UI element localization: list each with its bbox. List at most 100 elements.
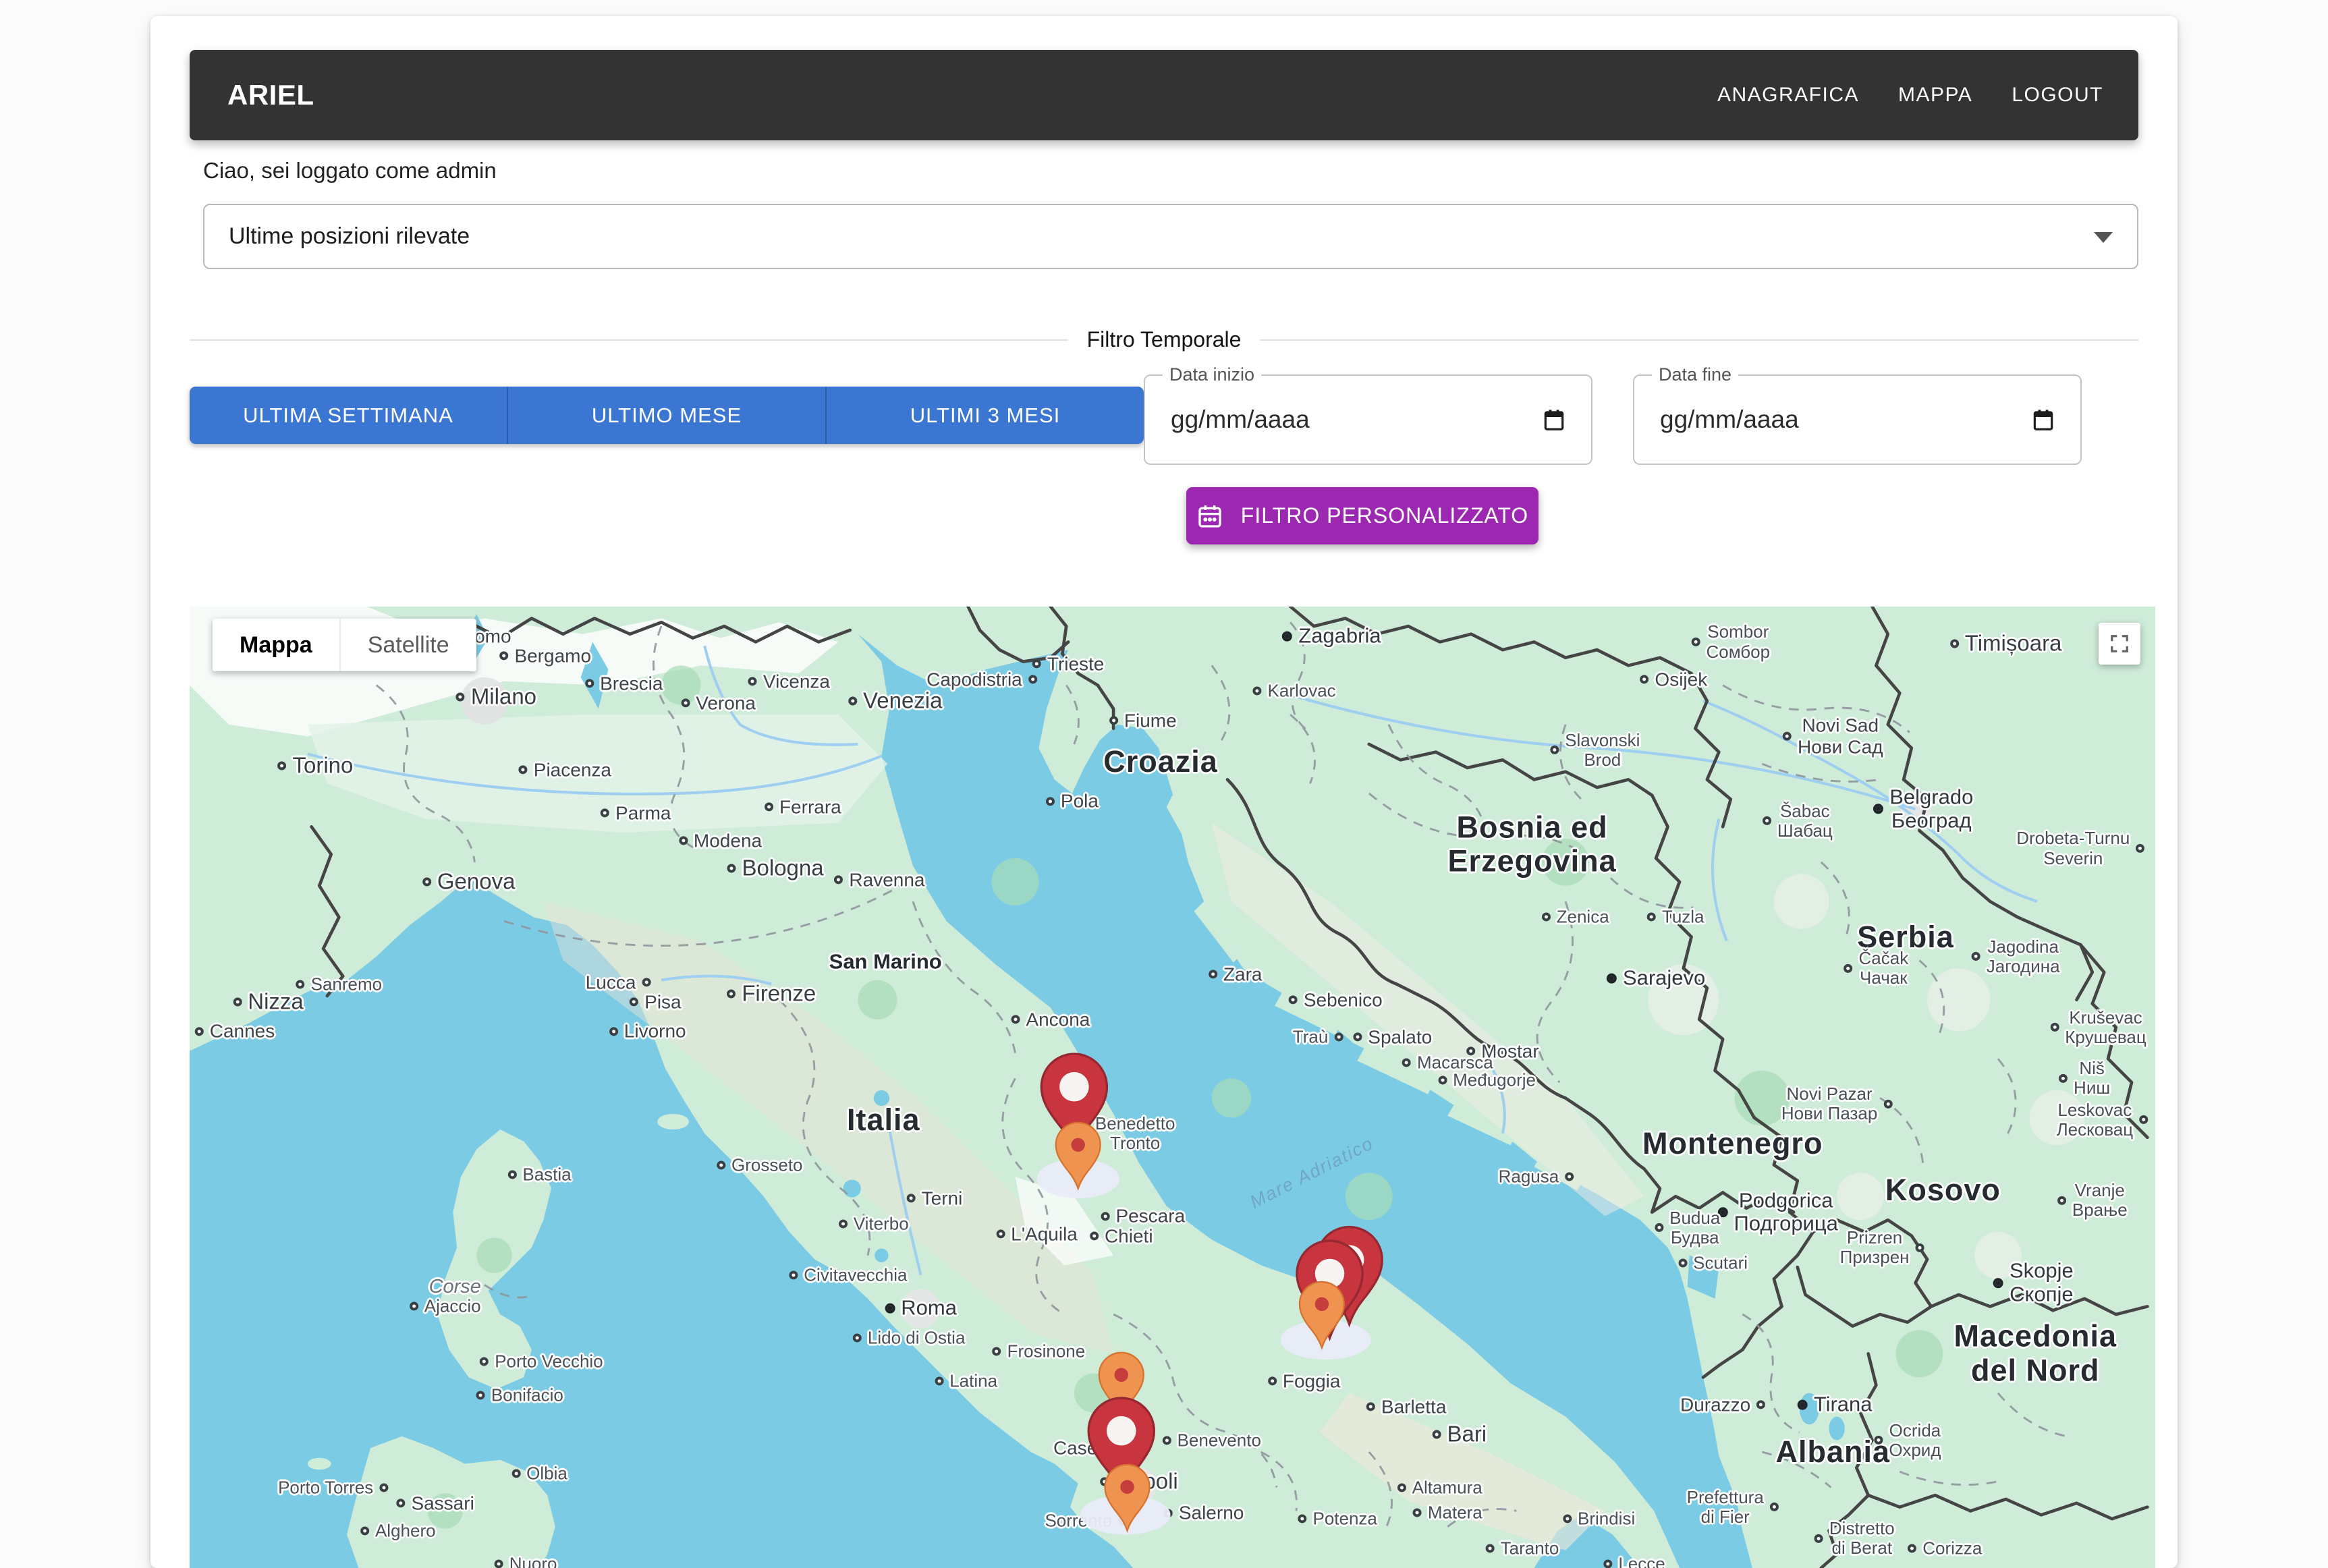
map-label-lido-di-ostia: Lido di Ostia: [853, 1328, 966, 1347]
range-button-1[interactable]: ULTIMO MESE: [508, 387, 827, 444]
map-label-bonifacio: Bonifacio: [476, 1385, 563, 1405]
map-label-text: Novi Sad Нови Сад: [1798, 715, 1883, 758]
map-label-sombor: Sombor Сомбор: [1691, 622, 1770, 661]
map-type-satellite-button[interactable]: Satellite: [339, 619, 476, 671]
map-label-l-aquila: L'Aquila: [996, 1223, 1078, 1244]
nav-menu: ANAGRAFICA MAPPA LOGOUT: [1717, 84, 2103, 107]
capital-dot-icon: [1798, 1400, 1808, 1410]
map-label-text: Milano: [471, 685, 536, 710]
map-label-pescara: Pescara: [1101, 1206, 1185, 1227]
city-dot-icon: [1756, 1401, 1765, 1409]
map-label-foggia: Foggia: [1268, 1370, 1341, 1391]
map-label-text: Ocrida Охрид: [1889, 1420, 1941, 1459]
city-dot-icon: [853, 1334, 862, 1343]
city-dot-icon: [1028, 675, 1037, 683]
city-dot-icon: [1046, 797, 1055, 806]
map-label-text: Vranje Врање: [2072, 1181, 2128, 1220]
custom-filter-button[interactable]: FILTRO PERSONALIZZATO: [1186, 487, 1539, 544]
map-label-text: Šabac Шабац: [1777, 802, 1833, 841]
map-label-macedonia: Macedonia del Nord: [1954, 1320, 2117, 1388]
map-label-text: Fiume: [1124, 710, 1177, 731]
map-label-text: Chieti: [1105, 1225, 1153, 1246]
map-label-text: Pisa: [644, 991, 681, 1012]
map-label-benedetto: Benedetto Tronto: [1095, 1114, 1175, 1153]
map-type-map-button[interactable]: Mappa: [213, 619, 339, 671]
city-dot-icon: [681, 698, 690, 707]
fullscreen-icon: [2109, 634, 2130, 654]
map-label-nizza: Nizza: [233, 989, 304, 1014]
date-input-end[interactable]: [1659, 405, 2022, 435]
map-label-text: Montenegro: [1642, 1126, 1823, 1160]
map-label-text: Lecce: [1618, 1555, 1665, 1568]
city-dot-icon: [360, 1526, 369, 1535]
map-label-prizren: Prizren Призрен: [1840, 1228, 1924, 1267]
map-label-skopje: Skopje Скопје: [1993, 1260, 2074, 1306]
city-dot-icon: [717, 1160, 725, 1169]
fullscreen-button[interactable]: [2099, 623, 2140, 665]
map-label-brindisi: Brindisi: [1563, 1509, 1635, 1529]
map-label-text: Sarajevo: [1623, 966, 1705, 990]
map-label-text: Firenze: [742, 982, 816, 1007]
map-label-novi-pazar: Novi Pazar Нови Пазар: [1781, 1084, 1893, 1123]
date-picker-icon[interactable]: [2030, 407, 2056, 432]
map-labels: ComoBergamoMilanoBresciaVeronaVicenzaVen…: [190, 607, 2155, 1568]
map-label-jagodina: Jagodina Јагодина: [1972, 937, 2060, 976]
map-label-ferrara: Ferrara: [765, 797, 841, 818]
city-dot-icon: [996, 1229, 1005, 1238]
map-label-text: Prizren Призрен: [1840, 1228, 1910, 1267]
map-label-lucca: Lucca: [586, 972, 651, 992]
google-map[interactable]: ComoBergamoMilanoBresciaVeronaVicenzaVen…: [190, 607, 2155, 1568]
view-select[interactable]: Ultime posizioni rilevate: [203, 204, 2138, 269]
city-dot-icon: [1090, 1231, 1099, 1240]
map-label-firenze: Firenze: [727, 982, 816, 1007]
map-label-text: Novi Pazar Нови Пазар: [1781, 1084, 1878, 1123]
range-button-0[interactable]: ULTIMA SETTIMANA: [190, 387, 508, 444]
map-label-text: Barletta: [1381, 1396, 1447, 1417]
map-label-mostar: Mostar: [1466, 1040, 1539, 1061]
map-label-podgorica: Podgorica Подгорица: [1718, 1189, 1838, 1235]
map-label-sassari: Sassari: [396, 1492, 474, 1513]
map-label-altamura: Altamura: [1397, 1478, 1482, 1497]
map-label-kosovo: Kosovo: [1885, 1173, 2001, 1207]
date-picker-icon[interactable]: [1541, 407, 1567, 432]
chevron-down-icon: [2094, 232, 2113, 243]
city-dot-icon: [1253, 687, 1262, 696]
city-dot-icon: [507, 1171, 516, 1179]
map-label-text: Ajaccio: [424, 1297, 481, 1316]
city-dot-icon: [511, 1469, 520, 1478]
map-label-me-ugorje: Međugorje: [1438, 1071, 1536, 1090]
date-field-label: Data fine: [1652, 364, 1738, 385]
map-label-text: Corizza: [1922, 1538, 1982, 1558]
city-dot-icon: [476, 1391, 485, 1399]
nav-item-mappa[interactable]: MAPPA: [1898, 84, 1972, 107]
map-label-text: Zagabria: [1298, 624, 1381, 648]
nav-item-logout[interactable]: LOGOUT: [2012, 84, 2103, 107]
divider-label: Filtro Temporale: [1087, 327, 1242, 352]
map-label-text: Nizza: [248, 989, 304, 1014]
city-dot-icon: [748, 677, 757, 685]
city-dot-icon: [1268, 1377, 1277, 1386]
city-dot-icon: [410, 1302, 418, 1311]
city-dot-icon: [1109, 717, 1118, 725]
capital-dot-icon: [1607, 973, 1617, 983]
city-dot-icon: [1163, 1436, 1171, 1445]
map-label-text: Skopje Скопје: [2010, 1260, 2074, 1306]
city-dot-icon: [1647, 913, 1656, 922]
city-dot-icon: [1118, 1517, 1127, 1525]
city-dot-icon: [2136, 844, 2144, 853]
map-label-text: Capodistria: [926, 669, 1022, 690]
map-label-belgrado: Belgrado Београд: [1873, 785, 1973, 832]
map-label--abac: Šabac Шабац: [1763, 802, 1833, 841]
map-label-ragusa: Ragusa: [1499, 1167, 1574, 1187]
map-label-chieti: Chieti: [1090, 1225, 1153, 1246]
map-label-bari: Bari: [1432, 1422, 1487, 1447]
map-label-zenica: Zenica: [1542, 907, 1609, 927]
range-button-2[interactable]: ULTIMI 3 MESI: [827, 387, 1144, 444]
nav-item-anagrafica[interactable]: ANAGRAFICA: [1717, 84, 1859, 107]
city-dot-icon: [1486, 1544, 1495, 1552]
greeting-text: Ciao, sei loggato come admin: [203, 158, 2138, 184]
city-dot-icon: [1603, 1560, 1612, 1568]
date-input-start[interactable]: [1169, 405, 1533, 435]
map-label-torino: Torino: [277, 754, 353, 779]
map-label-text: Timișoara: [1965, 632, 2062, 656]
